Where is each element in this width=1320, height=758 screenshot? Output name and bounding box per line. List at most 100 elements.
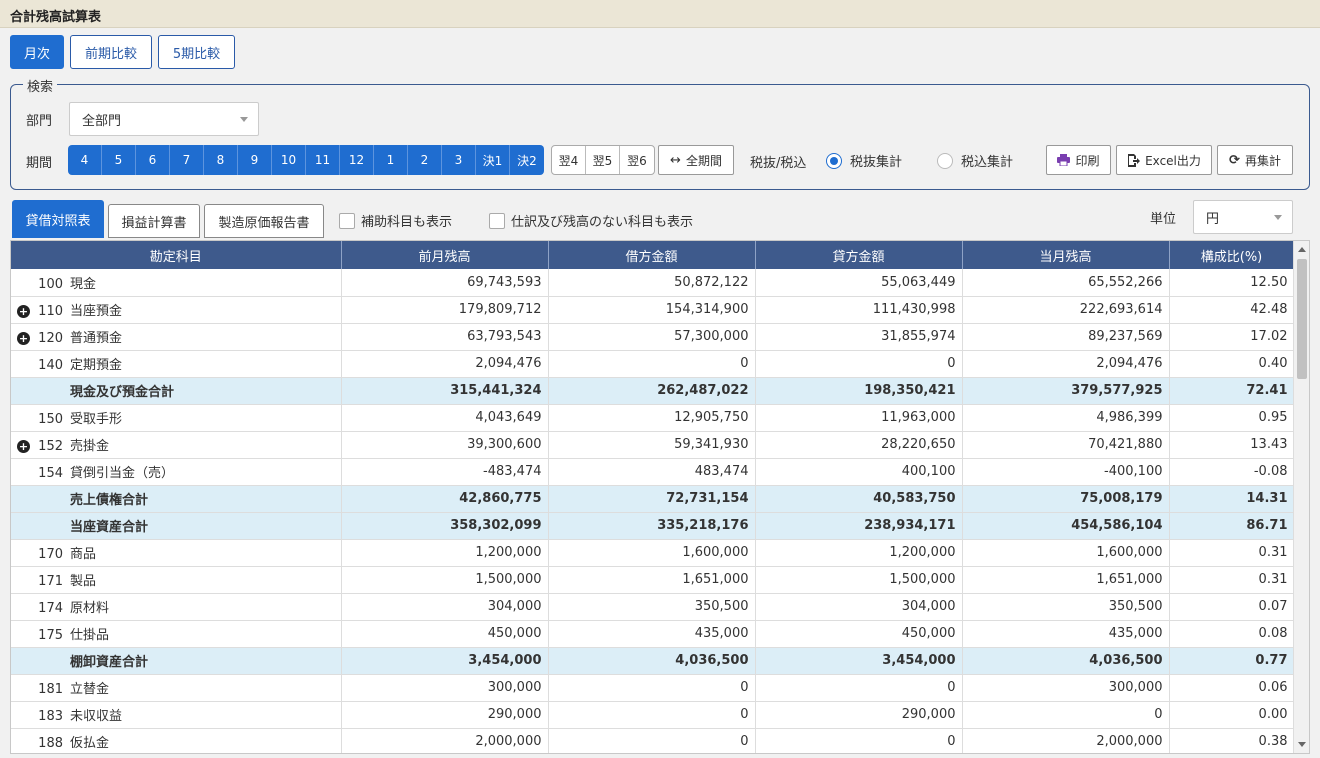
account-code: 171	[38, 574, 63, 589]
tax-inclusive-radio[interactable]: 税込集計	[937, 151, 1013, 170]
prev-balance-cell: 450,000	[341, 620, 549, 648]
account-name: 未収収益	[70, 709, 123, 724]
table-row[interactable]: 188 仮払金 2,000,000 0 0 2,000,000 0.38	[11, 728, 1295, 753]
expand-plus-icon[interactable]: +	[17, 305, 30, 318]
debit-cell: 50,872,122	[548, 269, 756, 297]
account-cell: 140 定期預金	[11, 350, 342, 378]
credit-cell: 28,220,650	[755, 431, 963, 459]
current-balance-cell: 350,500	[962, 593, 1170, 621]
subtotal-row[interactable]: 当座資産合計 358,302,099 335,218,176 238,934,171 4…	[11, 512, 1295, 540]
unit-select[interactable]: 円	[1193, 200, 1293, 234]
period-button[interactable]: 決2	[510, 145, 544, 175]
subtotal-row[interactable]: 売上債権合計 42,860,775 72,731,154 40,583,750 75,0…	[11, 485, 1295, 513]
account-cell: 183 未収収益	[11, 701, 342, 729]
table-row[interactable]: +120 普通預金 63,793,543 57,300,000 31,855,974 89…	[11, 323, 1295, 351]
table-row[interactable]: 171 製品 1,500,000 1,651,000 1,500,000 1,651,00…	[11, 566, 1295, 594]
period-button[interactable]: 8	[204, 145, 238, 175]
table-row[interactable]: 174 原材料 304,000 350,500 304,000 350,500 0.07	[11, 593, 1295, 621]
vertical-scrollbar[interactable]	[1293, 241, 1309, 753]
current-balance-cell: 89,237,569	[962, 323, 1170, 351]
ratio-cell: 13.43	[1169, 431, 1295, 459]
debit-cell: 1,651,000	[548, 566, 756, 594]
expand-plus-icon[interactable]: +	[17, 332, 30, 345]
period-button[interactable]: 6	[136, 145, 170, 175]
print-button[interactable]: 印刷	[1046, 145, 1111, 175]
table-row[interactable]: +152 売掛金 39,300,600 59,341,930 28,220,650 70,…	[11, 431, 1295, 459]
show-sub-accounts-checkbox[interactable]: 補助科目も表示	[339, 211, 452, 230]
tab-monthly[interactable]: 月次	[10, 35, 64, 69]
ratio-cell: 0.31	[1169, 566, 1295, 594]
table-header-row: 勘定科目 前月残高 借方金額 貸方金額 当月残高 構成比(%)	[11, 241, 1295, 269]
period-button[interactable]: 2	[408, 145, 442, 175]
debit-cell: 57,300,000	[548, 323, 756, 351]
period-button[interactable]: 決1	[476, 145, 510, 175]
next-period-button[interactable]: 翌6	[620, 146, 654, 174]
tax-exclusive-radio[interactable]: 税抜集計	[826, 151, 902, 170]
account-cell: +120 普通預金	[11, 323, 342, 351]
period-button[interactable]: 11	[306, 145, 340, 175]
account-cell: 棚卸資産合計	[11, 647, 342, 675]
department-select[interactable]: 全部門	[69, 102, 259, 136]
table-row[interactable]: 170 商品 1,200,000 1,600,000 1,200,000 1,600,00…	[11, 539, 1295, 567]
scrollbar-thumb[interactable]	[1297, 259, 1307, 379]
tab-balance-sheet[interactable]: 貸借対照表	[12, 200, 104, 238]
table-row[interactable]: 181 立替金 300,000 0 0 300,000 0.06	[11, 674, 1295, 702]
credit-cell: 400,100	[755, 458, 963, 486]
table-row[interactable]: +110 当座預金 179,809,712 154,314,900 111,430,99…	[11, 296, 1295, 324]
tab-previous-period[interactable]: 前期比較	[70, 35, 152, 69]
scroll-down-icon[interactable]	[1298, 742, 1306, 747]
header-prev-balance[interactable]: 前月残高	[341, 241, 549, 269]
credit-cell: 31,855,974	[755, 323, 963, 351]
show-empty-accounts-checkbox[interactable]: 仕訳及び残高のない科目も表示	[489, 211, 693, 230]
subtotal-row[interactable]: 棚卸資産合計 3,454,000 4,036,500 3,454,000 4,036,5…	[11, 647, 1295, 675]
period-button[interactable]: 5	[102, 145, 136, 175]
header-credit[interactable]: 貸方金額	[755, 241, 963, 269]
ratio-cell: 0.00	[1169, 701, 1295, 729]
prev-balance-cell: 2,000,000	[341, 728, 549, 753]
account-code: 110	[38, 304, 63, 319]
account-cell: 150 受取手形	[11, 404, 342, 432]
excel-export-label: Excel出力	[1145, 153, 1201, 168]
header-ratio[interactable]: 構成比(%)	[1169, 241, 1295, 269]
period-button[interactable]: 1	[374, 145, 408, 175]
show-sub-accounts-label: 補助科目も表示	[361, 215, 453, 230]
table-row[interactable]: 140 定期預金 2,094,476 0 0 2,094,476 0.40	[11, 350, 1295, 378]
tab-manufacturing-cost[interactable]: 製造原価報告書	[204, 204, 324, 238]
account-cell: 174 原材料	[11, 593, 342, 621]
expand-plus-icon[interactable]: +	[17, 440, 30, 453]
account-name: 現金及び預金合計	[70, 385, 175, 400]
prev-balance-cell: -483,474	[341, 458, 549, 486]
subtotal-row[interactable]: 現金及び預金合計 315,441,324 262,487,022 198,350,42…	[11, 377, 1295, 405]
period-button[interactable]: 12	[340, 145, 374, 175]
table-row[interactable]: 154 貸倒引当金（売） -483,474 483,474 400,100 -400,10…	[11, 458, 1295, 486]
period-button[interactable]: 7	[170, 145, 204, 175]
all-period-button[interactable]: ↔ 全期間	[658, 145, 734, 175]
table-row[interactable]: 150 受取手形 4,043,649 12,905,750 11,963,000 4,98…	[11, 404, 1295, 432]
excel-export-button[interactable]: Excel出力	[1116, 145, 1212, 175]
period-button[interactable]: 9	[238, 145, 272, 175]
account-name: 定期預金	[70, 358, 123, 373]
next-period-button[interactable]: 翌4	[552, 146, 586, 174]
header-account[interactable]: 勘定科目	[11, 241, 342, 269]
period-button[interactable]: 4	[68, 145, 102, 175]
tab-income-statement[interactable]: 損益計算書	[108, 204, 200, 238]
table-row[interactable]: 175 仕掛品 450,000 435,000 450,000 435,000 0.08	[11, 620, 1295, 648]
account-code: 175	[38, 628, 63, 643]
period-button[interactable]: 3	[442, 145, 476, 175]
scroll-up-icon[interactable]	[1298, 247, 1306, 252]
header-debit[interactable]: 借方金額	[548, 241, 756, 269]
next-period-button[interactable]: 翌5	[586, 146, 620, 174]
period-button[interactable]: 10	[272, 145, 306, 175]
next-period-selector[interactable]: 翌4 翌5 翌6	[551, 145, 655, 175]
account-name: 棚卸資産合計	[70, 655, 149, 670]
tab-five-period[interactable]: 5期比較	[158, 35, 235, 69]
radio-unselected-icon	[937, 152, 953, 169]
period-selector[interactable]: 4 5 6 7 8 9 10 11 12 1 2 3 決1 決2	[68, 145, 544, 175]
header-current-balance[interactable]: 当月残高	[962, 241, 1170, 269]
current-balance-cell: 2,094,476	[962, 350, 1170, 378]
table-row[interactable]: 100 現金 69,743,593 50,872,122 55,063,449 65,55…	[11, 269, 1295, 297]
credit-cell: 0	[755, 350, 963, 378]
table-row[interactable]: 183 未収収益 290,000 0 290,000 0 0.00	[11, 701, 1295, 729]
account-name: 当座預金	[70, 304, 123, 319]
recalculate-button[interactable]: ⟳ 再集計	[1217, 145, 1293, 175]
